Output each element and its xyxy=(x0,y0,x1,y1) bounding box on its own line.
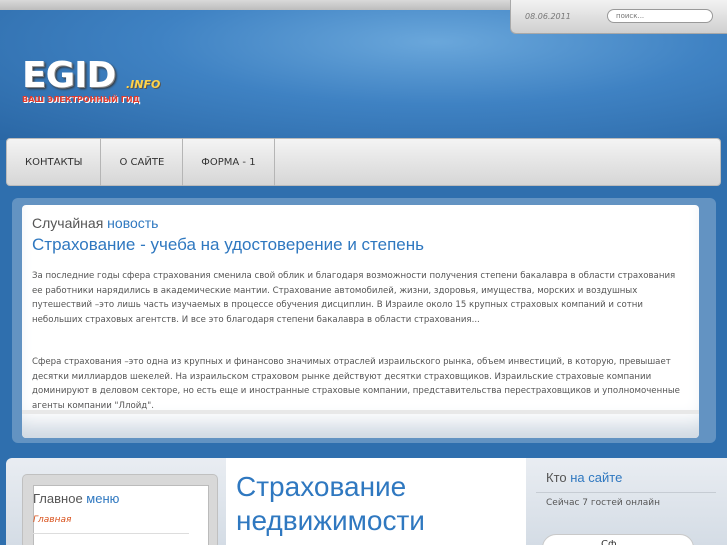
online-divider xyxy=(536,492,716,493)
main-menu-title: Главное меню xyxy=(33,491,119,506)
nav-item-contacts[interactable]: КОНТАКТЫ xyxy=(7,138,102,186)
online-title-plain: Кто xyxy=(546,470,567,485)
online-module: Кто на сайте Сейчас 7 гостей онлайн Сф xyxy=(536,466,726,545)
news-paragraph: За последние годы сфера страхования смен… xyxy=(32,271,676,325)
logo-tagline: ВАШ ЭЛЕКТРОННЫЙ ГИД xyxy=(22,95,140,104)
online-title-accent: на сайте xyxy=(570,470,623,485)
main-menu-module: Главное меню Главная xyxy=(22,474,218,545)
main-content: Страхование недвижимости xyxy=(226,458,526,545)
news-paragraph: Сфера страхования –это одна из крупных и… xyxy=(32,357,680,411)
random-news-box: Случайная новость Страхование - учеба на… xyxy=(22,205,699,438)
menu-title-plain: Главное xyxy=(33,491,83,506)
main-nav: КОНТАКТЫ О САЙТЕ ФОРМА - 1 xyxy=(6,138,721,186)
side-module-label: Сф xyxy=(601,539,617,545)
article-title[interactable]: Страхование недвижимости xyxy=(236,470,526,538)
heading-plain: Случайная xyxy=(32,215,104,231)
nav-item-form[interactable]: ФОРМА - 1 xyxy=(183,138,275,186)
random-news-heading: Случайная новость xyxy=(32,215,158,231)
top-panel: 08.06.2011 xyxy=(510,0,727,34)
heading-accent: новость xyxy=(107,215,159,231)
logo-text: EGID xyxy=(22,55,116,96)
nav-item-about[interactable]: О САЙТЕ xyxy=(101,138,184,186)
logo-suffix: .INFO xyxy=(126,78,161,91)
side-module-box: Сф xyxy=(542,534,694,545)
random-news-title[interactable]: Страхование - учеба на удостоверение и с… xyxy=(32,235,424,255)
horizontal-scrollbar[interactable] xyxy=(22,410,699,414)
online-title: Кто на сайте xyxy=(546,470,622,485)
menu-item-home[interactable]: Главная xyxy=(33,515,71,525)
menu-title-accent: меню xyxy=(86,491,120,506)
site-logo[interactable]: EGID .INFO ВАШ ЭЛЕКТРОННЫЙ ГИД xyxy=(22,55,160,105)
menu-divider xyxy=(33,533,189,534)
current-date: 08.06.2011 xyxy=(525,12,571,21)
online-status: Сейчас 7 гостей онлайн xyxy=(546,498,660,508)
search-input[interactable] xyxy=(607,9,713,23)
